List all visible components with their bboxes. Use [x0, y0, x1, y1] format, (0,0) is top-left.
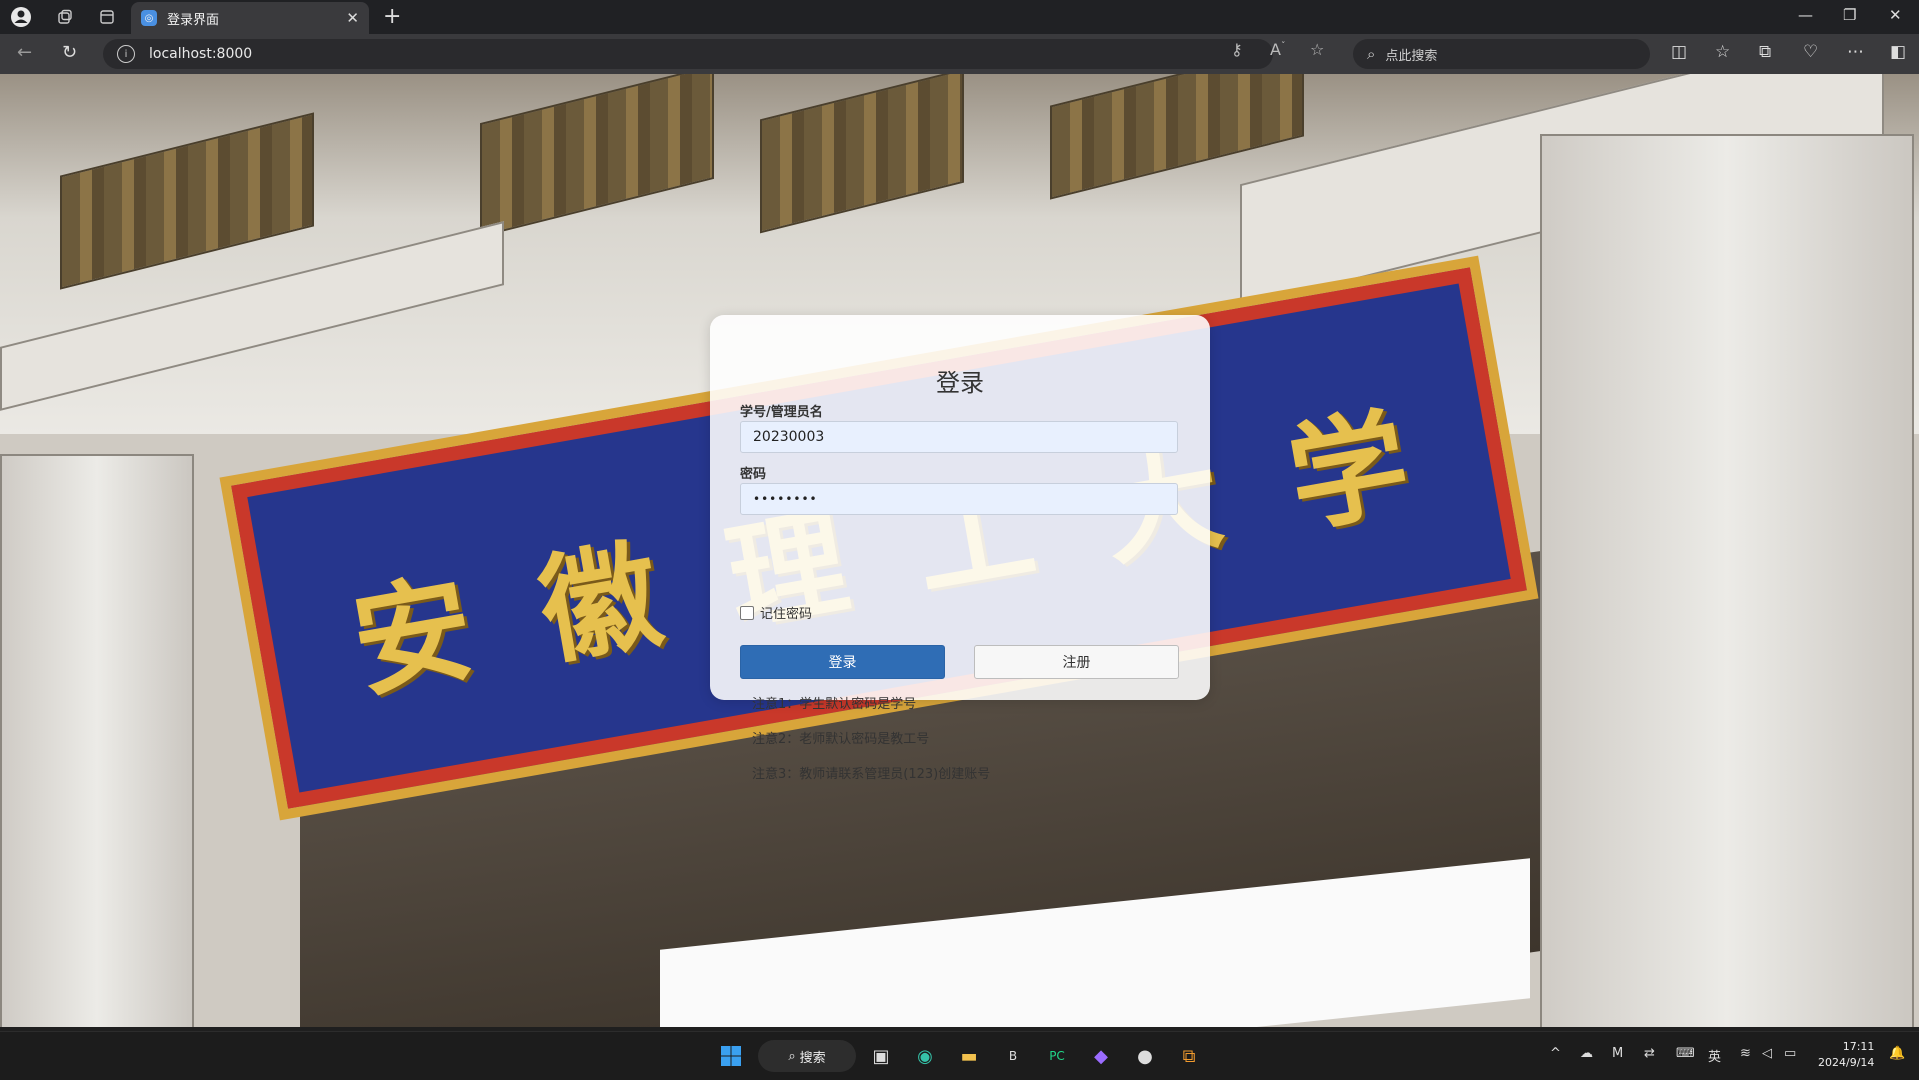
collections-icon[interactable]: ⧉: [1759, 42, 1771, 62]
clock-date: 2024/9/14: [1818, 1056, 1875, 1069]
password-key-icon[interactable]: ⚷: [1231, 40, 1243, 59]
search-icon: ⌕: [1367, 45, 1376, 63]
read-aloud-icon[interactable]: Aˇ: [1270, 40, 1285, 59]
taskbar-search-icon: ⌕: [788, 1048, 796, 1064]
close-window-icon[interactable]: ✕: [1889, 6, 1902, 24]
tab-close-icon[interactable]: ✕: [346, 9, 359, 27]
windows-start-icon[interactable]: [716, 1041, 746, 1071]
tab-active[interactable]: ◎ 登录界面 ✕: [131, 2, 369, 34]
login-button[interactable]: 登录: [740, 645, 945, 679]
workspaces-icon[interactable]: [52, 4, 78, 30]
tab-actions-icon[interactable]: [94, 4, 120, 30]
app-b-icon[interactable]: B: [998, 1041, 1028, 1071]
tab-title: 登录界面: [167, 12, 220, 28]
new-tab-button[interactable]: +: [383, 4, 401, 29]
tab-bar: ◎ 登录界面 ✕ + — ❐ ✕: [0, 0, 1919, 34]
sidebar-icon[interactable]: ◧: [1890, 42, 1906, 62]
clock[interactable]: 17:11 2024/9/14: [1818, 1039, 1874, 1071]
favorite-star-icon[interactable]: ☆: [1310, 40, 1324, 59]
note-2: 注意2：老师默认密码是教工号: [752, 732, 930, 747]
restore-icon[interactable]: ❐: [1843, 6, 1856, 24]
browser-essentials-icon[interactable]: ♡: [1803, 42, 1818, 62]
login-title: 登录: [936, 369, 984, 397]
taskbar-search-button[interactable]: ⌕ 搜索: [758, 1040, 856, 1072]
search-placeholder: 点此搜索: [1385, 48, 1438, 64]
onedrive-icon[interactable]: ☁: [1580, 1046, 1593, 1061]
username-value: 20230003: [753, 429, 825, 445]
volume-icon[interactable]: ◁: [1762, 1046, 1772, 1061]
sign-character: 徽: [529, 524, 671, 682]
search-box[interactable]: ⌕ 点此搜索: [1353, 39, 1650, 69]
taskbar: ⌕ 搜索 ▣ ◉ ▬ B PC ◆ ● ⧉ ^ ☁ M ⇄ ⌨ 英 ≋ ◁ ▭ …: [0, 1031, 1919, 1080]
note-1: 注意1：学生默认密码是学号: [752, 697, 917, 712]
refresh-icon[interactable]: ↻: [62, 42, 77, 63]
edge-browser-icon[interactable]: ◉: [910, 1041, 940, 1071]
login-card: 登录 学号/管理员名 20230003 密码 •••••••• 记住密码 登录 …: [710, 315, 1210, 782]
tab-favicon-icon: ◎: [141, 10, 157, 26]
split-screen-icon[interactable]: ◫: [1671, 42, 1687, 62]
keyboard-icon[interactable]: ⌨: [1676, 1046, 1695, 1061]
back-icon[interactable]: ←: [17, 42, 32, 63]
wifi-icon[interactable]: ≋: [1740, 1046, 1751, 1061]
github-icon[interactable]: ●: [1130, 1041, 1160, 1071]
task-view-icon[interactable]: ▣: [866, 1041, 896, 1071]
ime-indicator[interactable]: 英: [1708, 1046, 1721, 1065]
password-input[interactable]: ••••••••: [740, 483, 1178, 515]
username-input[interactable]: 20230003: [740, 421, 1178, 453]
profile-icon[interactable]: [8, 4, 34, 30]
minimize-icon[interactable]: —: [1798, 6, 1813, 24]
vmware-icon[interactable]: ⧉: [1174, 1041, 1204, 1071]
notification-bell-icon[interactable]: 🔔: [1889, 1046, 1905, 1061]
url-text: localhost:8000: [149, 46, 253, 62]
favorites-icon[interactable]: ☆: [1715, 42, 1730, 62]
crystal-app-icon[interactable]: ◆: [1086, 1041, 1116, 1071]
address-toolbar: ← ↻ i localhost:8000 ⚷ Aˇ ☆ ⌕ 点此搜索 ◫ ☆ ⧉…: [0, 34, 1919, 74]
site-info-icon[interactable]: i: [117, 45, 135, 63]
file-explorer-icon[interactable]: ▬: [954, 1041, 984, 1071]
pycharm-icon[interactable]: PC: [1042, 1041, 1072, 1071]
battery-icon[interactable]: ▭: [1784, 1046, 1796, 1061]
clock-time: 17:11: [1842, 1040, 1875, 1053]
note-3: 注意3：教师请联系管理员(123)创建账号: [752, 767, 991, 782]
network-stats-icon[interactable]: M: [1612, 1046, 1623, 1061]
register-button[interactable]: 注册: [974, 645, 1179, 679]
sign-character: 安: [342, 557, 484, 715]
pillar: [0, 454, 194, 1027]
tray-overflow-icon[interactable]: ^: [1550, 1046, 1561, 1061]
remember-password-checkbox[interactable]: [740, 606, 754, 620]
transfer-icon[interactable]: ⇄: [1644, 1046, 1655, 1061]
more-menu-icon[interactable]: ⋯: [1847, 42, 1864, 62]
remember-password-label[interactable]: 记住密码: [760, 603, 812, 622]
password-value: ••••••••: [753, 492, 818, 506]
taskbar-search-label: 搜索: [799, 1050, 826, 1066]
pillar: [1540, 134, 1914, 1027]
password-label: 密码: [740, 467, 767, 482]
sign-character: 学: [1278, 392, 1419, 550]
username-label: 学号/管理员名: [740, 405, 823, 420]
address-bar[interactable]: i localhost:8000: [103, 39, 1273, 69]
page-viewport: 安 徽 理 工 大 学 登录 学号/管理员名 20230003 密码 •••••…: [0, 74, 1919, 1027]
